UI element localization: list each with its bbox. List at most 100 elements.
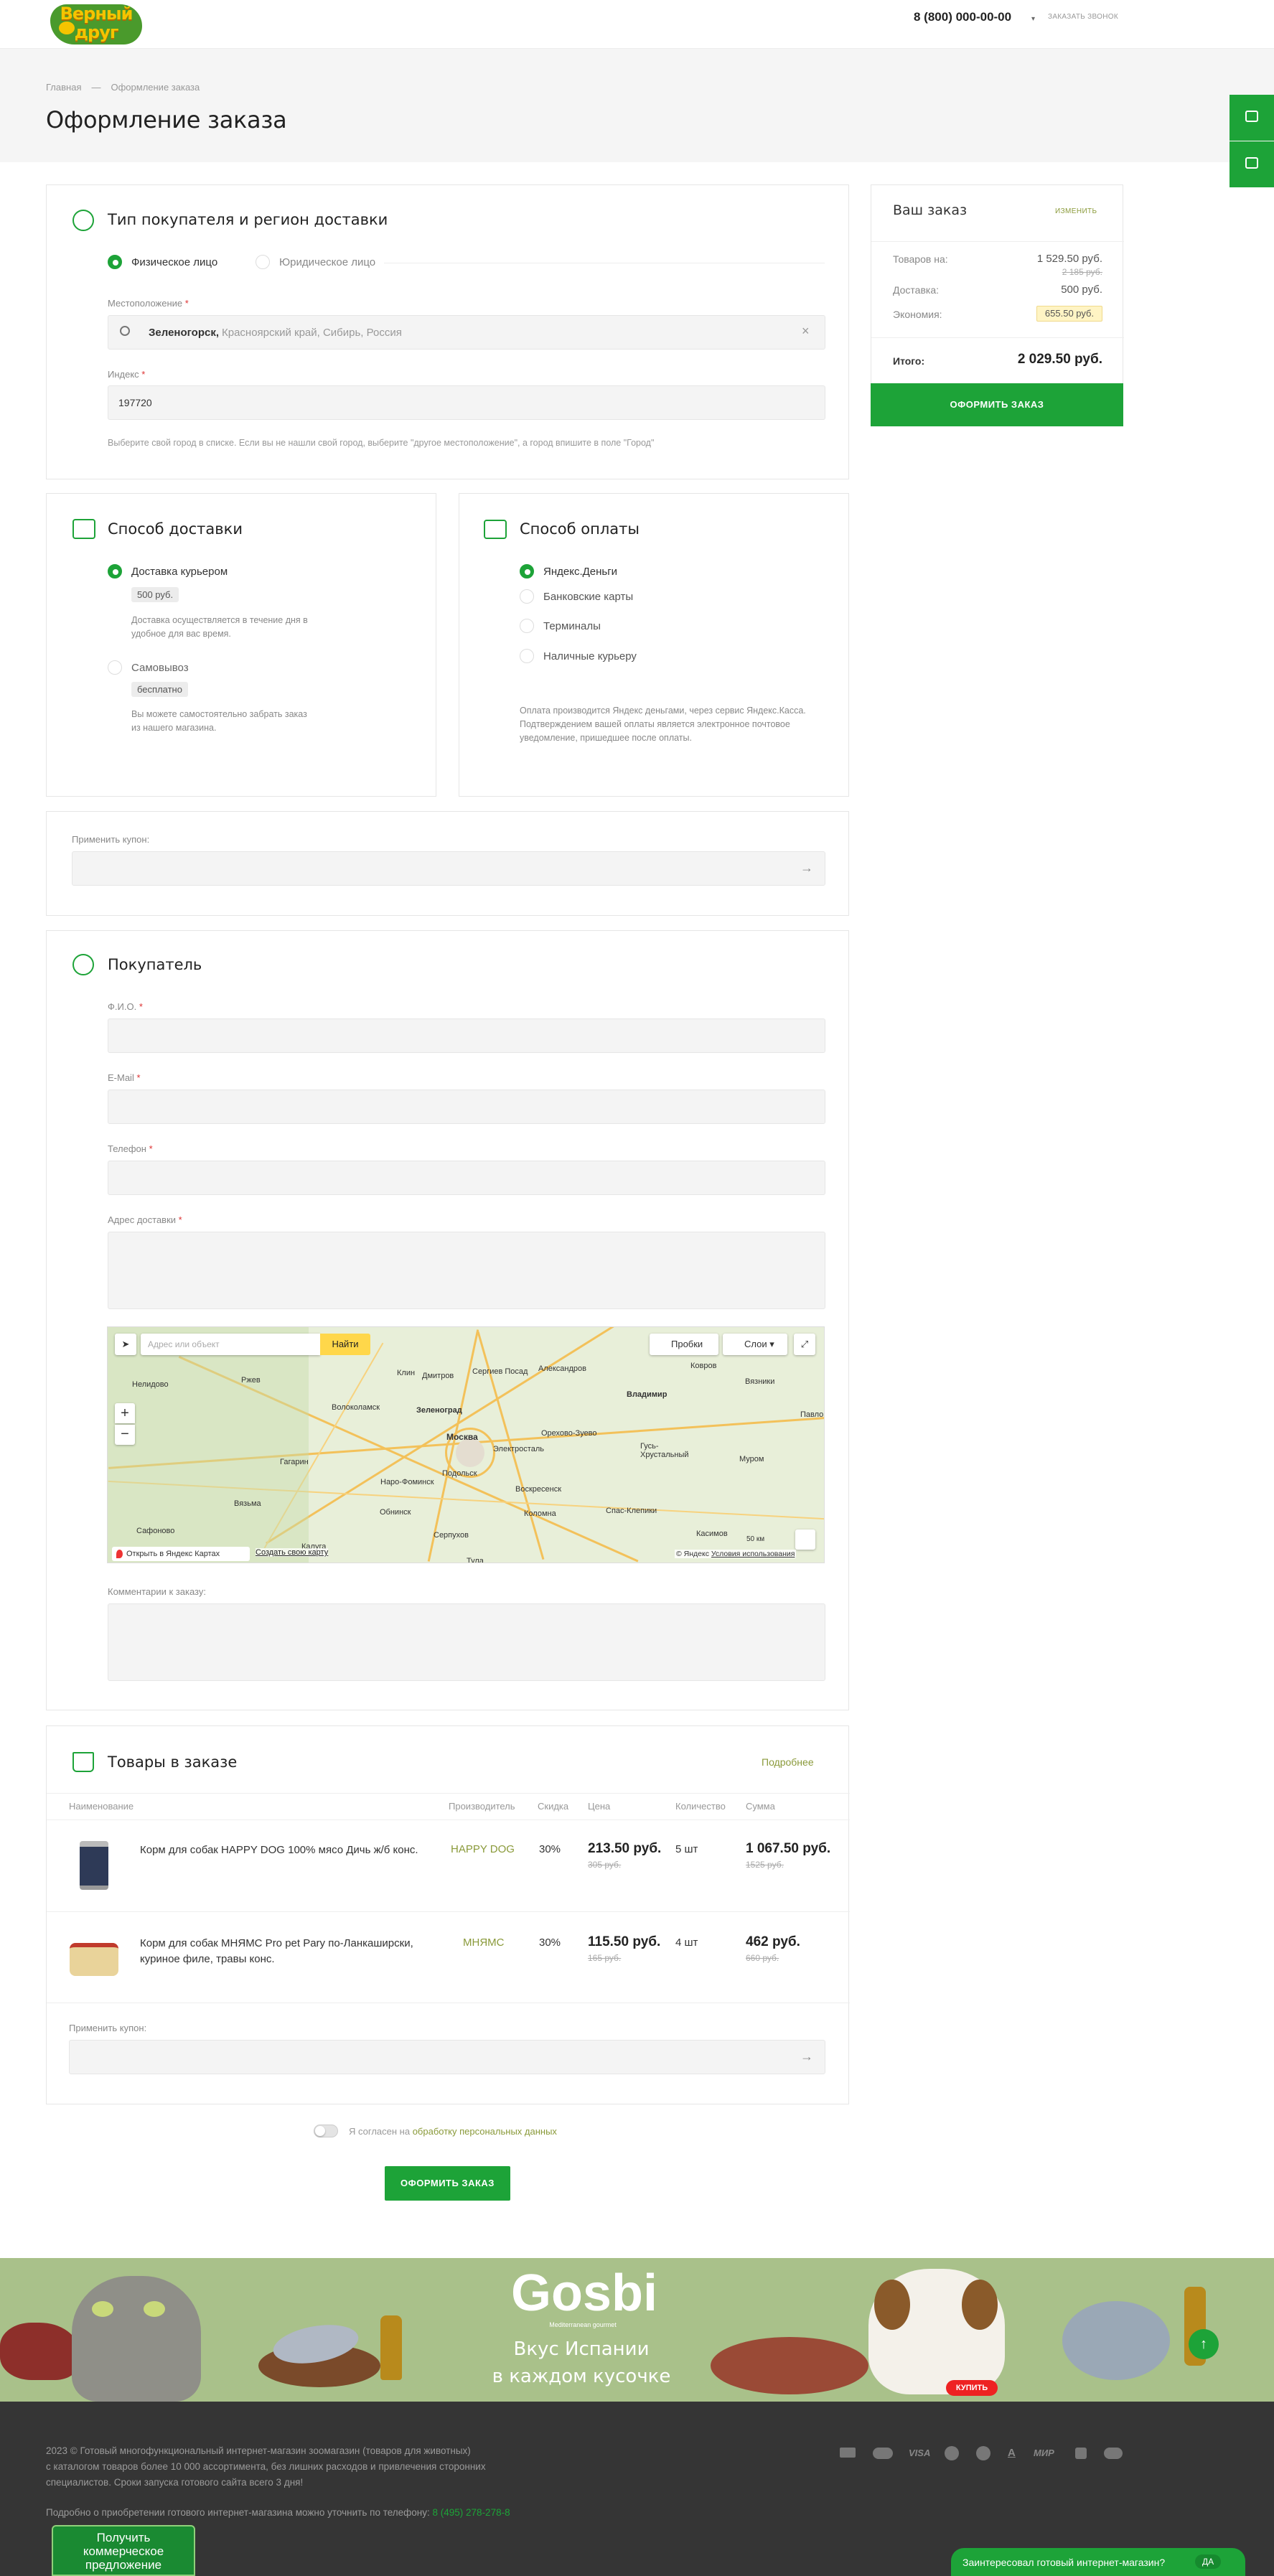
- radio-courier[interactable]: [108, 564, 122, 579]
- map-city-label: Коломна: [524, 1509, 556, 1518]
- product-discount: 30%: [539, 1936, 561, 1949]
- consent-text: Я согласен на обработку персональных дан…: [349, 2126, 557, 2137]
- summary-submit-button[interactable]: ОФОРМИТЬ ЗАКАЗ: [871, 383, 1123, 426]
- consent-link[interactable]: обработку персональных данных: [413, 2126, 557, 2137]
- radio-yandex-money[interactable]: [520, 564, 534, 579]
- promo-banner[interactable]: Gosbi Mediterranean gourmet Вкус Испании…: [0, 2258, 1274, 2402]
- product-image[interactable]: [70, 1943, 118, 1976]
- map-city-label: Вязники: [745, 1377, 775, 1386]
- banner-buy-button[interactable]: КУПИТЬ: [946, 2380, 998, 2396]
- ruler-icon[interactable]: [795, 1530, 815, 1550]
- col-header: Наименование: [69, 1801, 134, 1812]
- map-city-label: Касимов: [696, 1530, 728, 1538]
- coupon-input[interactable]: →: [72, 851, 825, 886]
- footer: 2023 © Готовый многофункциональный интер…: [0, 2402, 1274, 2576]
- traffic-button[interactable]: Пробки: [650, 1334, 718, 1355]
- radio-individual[interactable]: [108, 255, 122, 269]
- radio-cash[interactable]: [520, 649, 534, 663]
- wallet-icon: [484, 520, 507, 539]
- chevron-down-icon[interactable]: ▾: [1031, 15, 1035, 23]
- map-city-label: Владимир: [627, 1390, 668, 1399]
- arrow-right-icon[interactable]: →: [800, 2049, 813, 2064]
- site-header: Верный друг 8 (800) 000-00-00 ▾ ЗАКАЗАТЬ…: [0, 0, 1274, 49]
- email-input[interactable]: [108, 1090, 825, 1124]
- index-input[interactable]: 197720: [108, 385, 825, 420]
- commercial-offer-button[interactable]: Получить коммерческое предложение: [52, 2525, 195, 2576]
- map-city-label: Гусь-Хрустальный: [640, 1442, 689, 1459]
- payment-option-label: Наличные курьеру: [543, 650, 637, 662]
- bus-icon: [72, 519, 95, 539]
- product-price: 213.50 руб.: [588, 1841, 662, 1856]
- map-city-label: Воскресенск: [515, 1485, 562, 1494]
- product-qty[interactable]: 5 шт: [675, 1843, 698, 1855]
- delivery-label: Доставка:: [893, 284, 940, 296]
- map-city-label: Электросталь: [493, 1445, 544, 1453]
- location-input[interactable]: Зеленогорск, Красноярский край, Сибирь, …: [108, 315, 825, 350]
- coupon-input[interactable]: →: [69, 2040, 825, 2074]
- address-textarea[interactable]: [108, 1232, 825, 1309]
- open-in-yandex-link[interactable]: Открыть в Яндекс Картах: [112, 1547, 250, 1561]
- create-map-link[interactable]: Создать свою карту: [256, 1548, 329, 1557]
- map-copyright: © Яндекс Условия использования: [675, 1550, 797, 1558]
- chat-widget-button[interactable]: [1229, 95, 1274, 141]
- chat-yes-button[interactable]: ДА: [1195, 2554, 1222, 2569]
- consent-toggle[interactable]: [314, 2125, 338, 2137]
- footer-phone[interactable]: 8 (495) 278-278-8: [433, 2507, 510, 2518]
- name-input[interactable]: [108, 1018, 825, 1053]
- payment-option-label: Банковские карты: [543, 591, 634, 603]
- clear-icon[interactable]: ×: [802, 324, 810, 339]
- pin-icon: [116, 1550, 123, 1558]
- product-old-sum: 1525 руб.: [746, 1860, 784, 1870]
- courier-desc: Доставка осуществляется в течение дня в …: [131, 615, 308, 639]
- submit-order-button[interactable]: ОФОРМИТЬ ЗАКАЗ: [385, 2166, 510, 2201]
- radio-legal[interactable]: [256, 255, 270, 269]
- map-city-label: Павлово: [800, 1410, 824, 1419]
- arrow-right-icon[interactable]: →: [800, 861, 813, 876]
- radio-pickup[interactable]: [108, 660, 122, 675]
- saving-label: Экономия:: [893, 309, 942, 320]
- map-search-input[interactable]: Адрес или объект: [141, 1334, 320, 1355]
- product-image[interactable]: [80, 1841, 108, 1890]
- total-label: Итого:: [893, 355, 925, 367]
- scroll-top-button[interactable]: ↑: [1189, 2329, 1219, 2359]
- change-link[interactable]: ИЗМЕНИТЬ: [1055, 207, 1097, 215]
- delivery-title: Способ доставки: [108, 520, 243, 538]
- mir-icon: МИР: [1034, 2448, 1054, 2458]
- logo[interactable]: Верный друг: [46, 0, 146, 47]
- location-region: Красноярский край, Сибирь, Россия: [222, 327, 402, 339]
- yandex-map[interactable]: Москва Зеленоград Владимир Сергиев Посад…: [107, 1326, 825, 1563]
- phone-input[interactable]: [108, 1161, 825, 1195]
- webmoney-icon: [945, 2446, 959, 2460]
- product-qty[interactable]: 4 шт: [675, 1936, 698, 1949]
- location-label: Местоположение *: [108, 298, 189, 309]
- breadcrumb: Главная — Оформление заказа: [46, 82, 210, 93]
- product-name[interactable]: Корм для собак MHЯMC Pro pet Pary по-Лан…: [140, 1936, 420, 1967]
- terms-link[interactable]: Условия использования: [711, 1550, 795, 1558]
- product-brand[interactable]: HAPPY DOG: [451, 1843, 515, 1855]
- comment-label: Комментарии к заказу:: [108, 1586, 206, 1597]
- customer-card: Покупатель Ф.И.О. * E-Mail * Телефон * А…: [46, 930, 849, 1710]
- map-city-label: Александров: [538, 1364, 586, 1373]
- radio-bank-cards[interactable]: [520, 589, 534, 604]
- comment-textarea[interactable]: [108, 1603, 825, 1681]
- zoom-out-button[interactable]: −: [115, 1425, 135, 1445]
- more-link[interactable]: Подробнее: [762, 1756, 814, 1768]
- chat-invite-bar[interactable]: Заинтересовал готовый интернет-магазин? …: [951, 2548, 1245, 2576]
- callback-link[interactable]: ЗАКАЗАТЬ ЗВОНОК: [1048, 13, 1118, 21]
- goods-label: Товаров на:: [893, 253, 948, 265]
- fullscreen-icon[interactable]: ⤢: [794, 1334, 815, 1355]
- product-brand[interactable]: MHЯMC: [463, 1936, 505, 1949]
- map-city-label: Ржев: [241, 1376, 261, 1385]
- header-phone[interactable]: 8 (800) 000-00-00: [914, 10, 1011, 24]
- map-find-button[interactable]: Найти: [320, 1334, 370, 1355]
- footer-text: специалистов. Сроки запуска готового сай…: [46, 2477, 304, 2488]
- geolocation-button[interactable]: ➤: [115, 1334, 136, 1355]
- radio-terminals[interactable]: [520, 619, 534, 633]
- index-value: 197720: [118, 397, 152, 408]
- product-name[interactable]: Корм для собак HAPPY DOG 100% мясо Дичь …: [140, 1842, 420, 1858]
- breadcrumb-home[interactable]: Главная: [46, 82, 81, 93]
- zoom-in-button[interactable]: +: [115, 1403, 135, 1423]
- map-city-label: Спас-Клепики: [606, 1507, 657, 1515]
- layers-button[interactable]: Слои ▾: [723, 1334, 787, 1355]
- mail-widget-button[interactable]: [1229, 141, 1274, 187]
